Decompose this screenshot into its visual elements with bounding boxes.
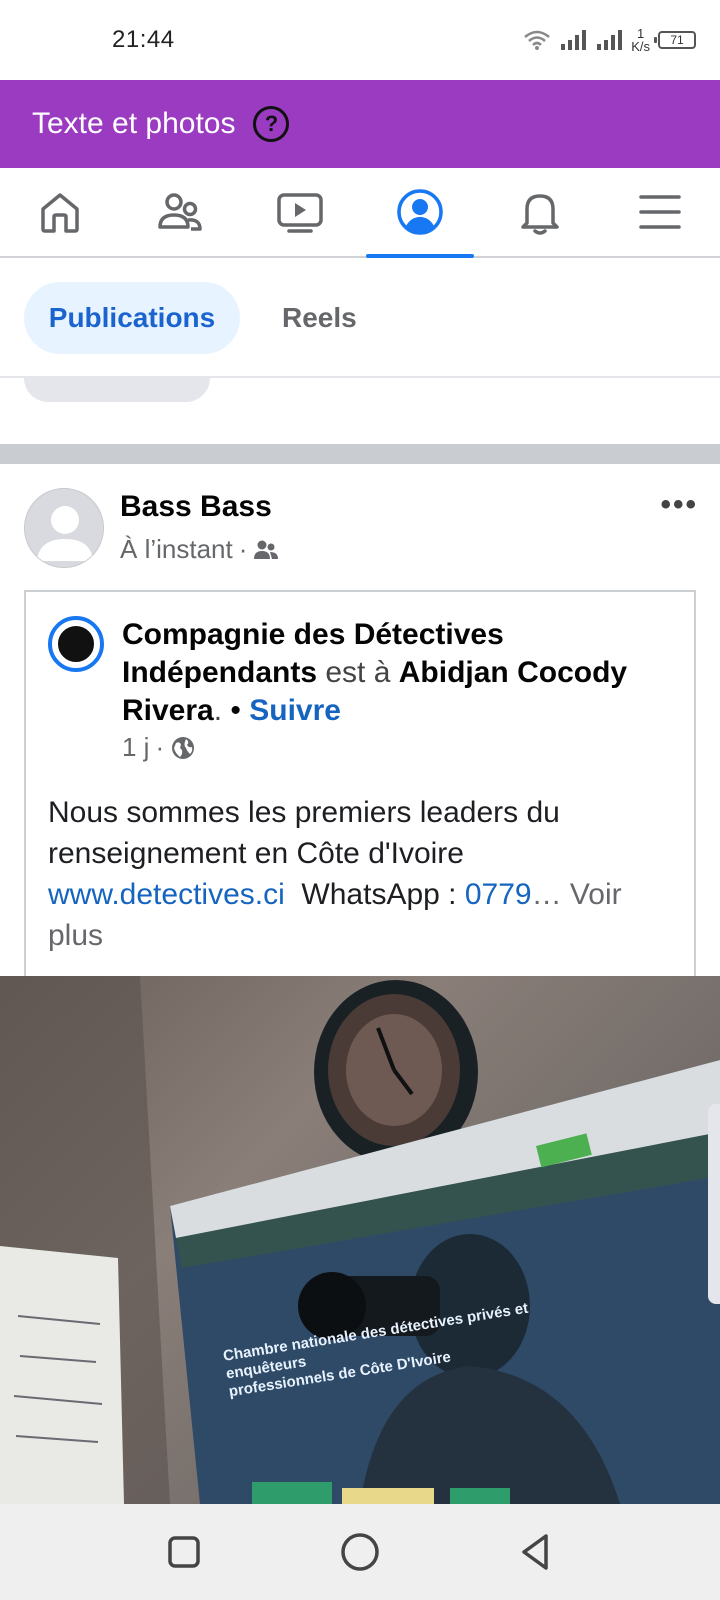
shared-post-text: Nous sommes les premiers leaders du rens… xyxy=(48,792,678,956)
more-options-button[interactable]: ••• xyxy=(660,488,698,522)
tab-publications[interactable]: Publications xyxy=(24,282,240,354)
friends-icon xyxy=(158,193,202,231)
status-bar: 21:44 1 K/s 71 xyxy=(0,0,720,80)
post-meta: À l’instant · xyxy=(120,534,279,565)
status-icons: 1 K/s 71 xyxy=(523,22,696,58)
avatar[interactable] xyxy=(24,488,104,568)
detective-logo-icon xyxy=(56,624,96,664)
feed-separator xyxy=(0,444,720,464)
wifi-icon xyxy=(524,30,551,50)
partially-hidden-chip[interactable] xyxy=(24,378,210,402)
header-title: Texte et photos xyxy=(32,107,236,140)
shared-post-title: Compagnie des Détectives Indépendants es… xyxy=(122,616,682,730)
location-prefix: est à xyxy=(325,656,391,689)
post-photo[interactable]: Chambre nationale des détectives privés … xyxy=(0,976,720,1504)
post-author[interactable]: Bass Bass xyxy=(120,490,272,524)
main-nav xyxy=(0,168,720,258)
post-time: À l’instant xyxy=(120,534,233,564)
profile-tabs: Publications Reels xyxy=(0,258,720,378)
page-logo[interactable] xyxy=(48,616,104,672)
whatsapp-label: WhatsApp : xyxy=(301,878,457,911)
battery-icon: 71 xyxy=(654,31,696,49)
help-icon[interactable]: ? xyxy=(253,106,290,142)
video-icon xyxy=(277,193,323,233)
post-header: Bass Bass À l’instant · ••• xyxy=(0,464,720,584)
title-dot: • xyxy=(230,694,250,727)
speed-unit: K/s xyxy=(631,39,650,54)
phone-link[interactable]: 0779 xyxy=(465,878,532,911)
recents-icon[interactable] xyxy=(162,1530,206,1574)
shared-post-time: 1 j xyxy=(122,732,150,762)
website-link[interactable]: www.detectives.ci xyxy=(48,878,285,911)
nav-notifications[interactable] xyxy=(480,168,600,256)
android-nav-bar xyxy=(0,1504,720,1600)
signal-icon-2 xyxy=(597,30,623,50)
shared-meta-dot: · xyxy=(155,732,165,762)
friends-audience-icon[interactable] xyxy=(253,539,279,561)
nav-profile[interactable] xyxy=(360,168,480,258)
shared-post-meta: 1 j · xyxy=(122,732,196,763)
scroll-handle[interactable] xyxy=(708,1104,720,1304)
globe-icon[interactable] xyxy=(170,735,196,761)
location-period: . xyxy=(213,694,223,727)
follow-button[interactable]: Suivre xyxy=(249,694,341,727)
network-speed: 1 K/s xyxy=(631,27,650,53)
shared-post[interactable]: Compagnie des Détectives Indépendants es… xyxy=(24,590,696,980)
photo-scene xyxy=(0,976,720,1504)
menu-icon xyxy=(639,195,681,229)
nav-home[interactable] xyxy=(0,168,120,256)
composer-header: Texte et photos ? xyxy=(0,80,720,168)
status-time: 21:44 xyxy=(112,26,175,53)
back-icon[interactable] xyxy=(514,1530,558,1574)
post-body-text: Nous sommes les premiers leaders du rens… xyxy=(48,796,560,870)
nav-video[interactable] xyxy=(240,168,360,256)
nav-friends[interactable] xyxy=(120,168,240,256)
default-avatar-icon xyxy=(37,506,93,561)
signal-icon xyxy=(561,30,587,50)
profile-icon xyxy=(397,189,443,235)
meta-dot: · xyxy=(238,534,248,564)
tab-reels[interactable]: Reels xyxy=(258,282,381,354)
nav-menu[interactable] xyxy=(600,168,720,256)
bell-icon xyxy=(521,194,559,235)
home-icon xyxy=(41,193,79,233)
home-circle-icon[interactable] xyxy=(338,1530,382,1574)
